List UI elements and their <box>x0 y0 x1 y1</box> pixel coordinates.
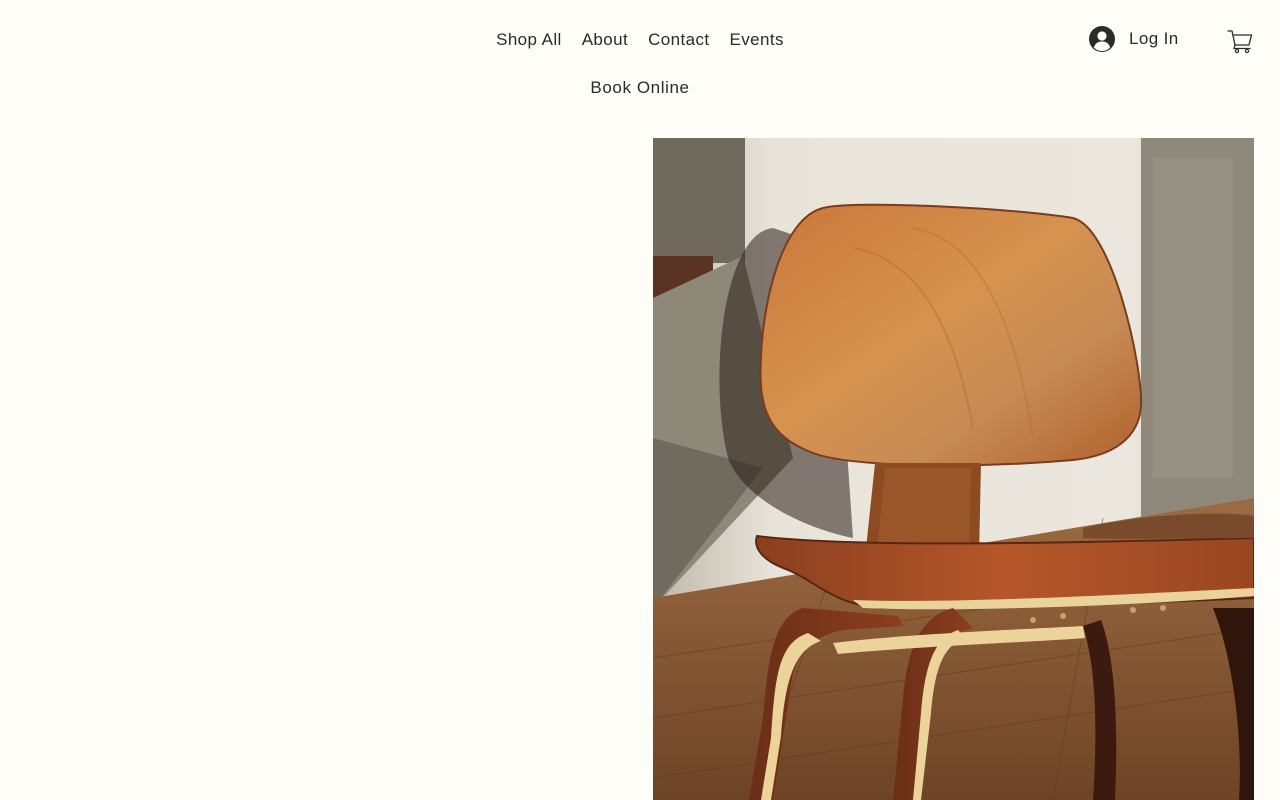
nav-item-contact[interactable]: Contact <box>638 26 719 54</box>
login-label: Log In <box>1129 29 1179 48</box>
shopping-cart-icon[interactable] <box>1226 27 1254 55</box>
nav-item-events[interactable]: Events <box>720 26 794 54</box>
nav-item-shop-all[interactable]: Shop All <box>486 26 572 54</box>
main-nav-second-row: Book Online <box>0 74 1280 102</box>
site-header: Shop All About Contact Events Book Onlin… <box>0 0 1280 120</box>
user-avatar-icon <box>1089 26 1115 52</box>
chair-illustration <box>653 138 1254 800</box>
login-button[interactable]: Log In <box>1088 25 1179 53</box>
nav-item-about[interactable]: About <box>572 26 638 54</box>
nav-item-book-online[interactable]: Book Online <box>580 74 699 102</box>
hero-image <box>653 138 1254 800</box>
